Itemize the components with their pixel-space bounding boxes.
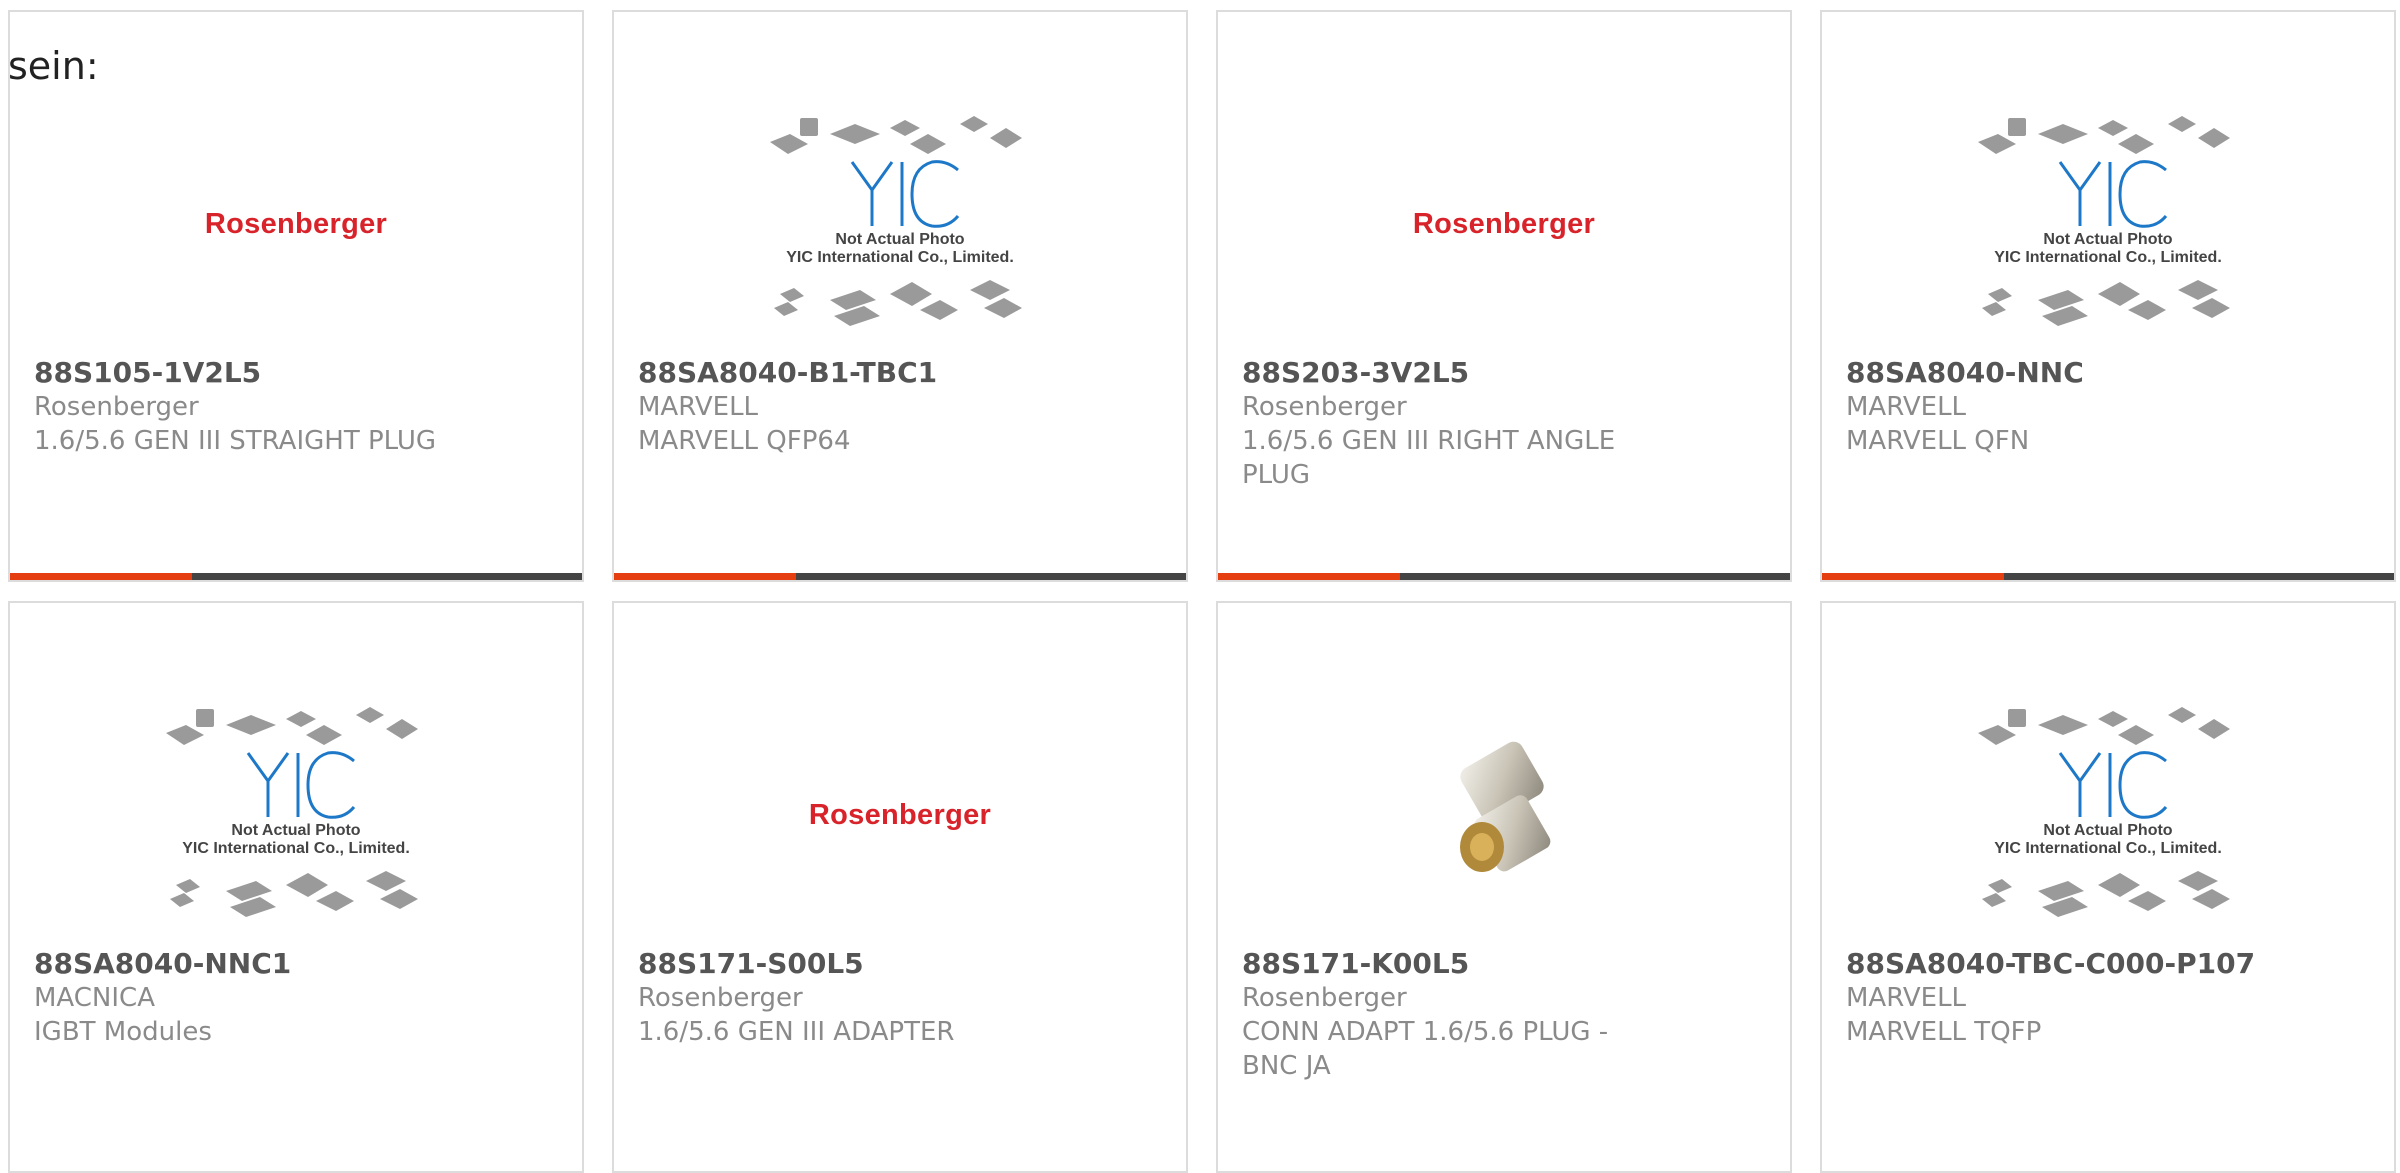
placeholder-line1: Not Actual Photo <box>2043 231 2172 248</box>
product-card[interactable]: Not Actual Photo YIC International Co., … <box>612 10 1188 582</box>
product-image[interactable]: Not Actual Photo YIC International Co., … <box>614 94 1186 354</box>
description: MARVELL QFN <box>1846 426 2030 456</box>
not-actual-photo-image: Not Actual Photo YIC International Co., … <box>166 707 418 917</box>
not-actual-photo-image: Not Actual Photo YIC International Co., … <box>1978 707 2230 917</box>
product-info: 88S171-K00L5 Rosenberger CONN ADAPT 1.6/5.… <box>1242 947 1766 1083</box>
description: MARVELL TQFP <box>1846 1017 2042 1047</box>
product-image[interactable]: Not Actual Photo YIC International Co., … <box>1822 685 2394 945</box>
product-info: 88SA8040-B1-TBC1 MARVELL MARVELL QFP64 <box>638 356 1162 458</box>
product-card[interactable]: 88S171-K00L5 Rosenberger CONN ADAPT 1.6/5.… <box>1216 601 1792 1173</box>
part-number[interactable]: 88S171-K00L5 <box>1242 947 1766 981</box>
card-bar-accent <box>1218 573 1400 580</box>
not-actual-photo-image: Not Actual Photo YIC International Co., … <box>770 116 1022 326</box>
part-number[interactable]: 88S171-S00L5 <box>638 947 1162 981</box>
manufacturer: MARVELL <box>1846 392 1967 422</box>
placeholder-line2: YIC International Co., Limited. <box>1994 249 2222 266</box>
card-bottom-bar <box>1218 573 1790 580</box>
product-info: 88SA8040-NNC MARVELL MARVELL QFN <box>1846 356 2370 458</box>
part-number[interactable]: 88SA8040-TBC-C000-P107 <box>1846 947 2370 981</box>
intro-text: sein: <box>8 44 99 88</box>
manufacturer: Rosenberger <box>638 983 803 1013</box>
product-info: 88S105-1V2L5 Rosenberger 1.6/5.6 GEN III S… <box>34 356 558 458</box>
card-bar-accent <box>10 573 192 580</box>
product-card[interactable]: Not Actual Photo YIC International Co., … <box>1820 10 2396 582</box>
part-number[interactable]: 88SA8040-NNC1 <box>34 947 558 981</box>
part-number[interactable]: 88S105-1V2L5 <box>34 356 558 390</box>
placeholder-line1: Not Actual Photo <box>835 231 964 248</box>
part-number[interactable]: 88S203-3V2L5 <box>1242 356 1766 390</box>
card-bottom-bar <box>1822 573 2394 580</box>
product-grid: Rosenberger 88S105-1V2L5 Rosenberger 1.6/5.… <box>0 0 2400 1173</box>
rosenberger-logo: Rosenberger <box>808 798 992 831</box>
part-number[interactable]: 88SA8040-NNC <box>1846 356 2370 390</box>
description: IGBT Modules <box>34 1017 212 1047</box>
product-card[interactable]: Rosenberger 88S171-S00L5 Rosenberger 1.6/5.… <box>612 601 1188 1173</box>
product-image[interactable]: Not Actual Photo YIC International Co., … <box>1822 94 2394 354</box>
rosenberger-logo: Rosenberger <box>1412 207 1596 240</box>
connector-photo <box>1460 741 1551 872</box>
card-bar-accent <box>1822 573 2004 580</box>
product-image[interactable]: Rosenberger <box>10 94 582 354</box>
placeholder-line2: YIC International Co., Limited. <box>786 249 1014 266</box>
product-info: 88SA8040-NNC1 MACNICA IGBT Modules <box>34 947 558 1049</box>
manufacturer: Rosenberger <box>34 392 199 422</box>
product-info: 88S203-3V2L5 Rosenberger 1.6/5.6 GEN III R… <box>1242 356 1766 492</box>
manufacturer: MARVELL <box>638 392 759 422</box>
product-info: 88SA8040-TBC-C000-P107 MARVELL MARVELL TQF… <box>1846 947 2370 1049</box>
card-bottom-bar <box>614 573 1186 580</box>
manufacturer: Rosenberger <box>1242 392 1407 422</box>
product-image[interactable]: Rosenberger <box>614 685 1186 945</box>
product-card[interactable]: Not Actual Photo YIC International Co., … <box>8 601 584 1173</box>
product-image[interactable]: Rosenberger <box>1218 94 1790 354</box>
description: 1.6/5.6 GEN III STRAIGHT PLUG <box>34 426 437 456</box>
description: 1.6/5.6 GEN III ADAPTER <box>638 1017 955 1047</box>
placeholder-line2: YIC International Co., Limited. <box>182 840 410 857</box>
placeholder-line1: Not Actual Photo <box>231 822 360 839</box>
card-bar-accent <box>614 573 796 580</box>
description: MARVELL QFP64 <box>638 426 851 456</box>
placeholder-line2: YIC International Co., Limited. <box>1994 840 2222 857</box>
product-card[interactable]: Rosenberger 88S203-3V2L5 Rosenberger 1.6/5.… <box>1216 10 1792 582</box>
product-card[interactable]: Rosenberger 88S105-1V2L5 Rosenberger 1.6/5.… <box>8 10 584 582</box>
manufacturer: Rosenberger <box>1242 983 1407 1013</box>
part-number[interactable]: 88SA8040-B1-TBC1 <box>638 356 1162 390</box>
card-bottom-bar <box>10 573 582 580</box>
rosenberger-logo: Rosenberger <box>204 207 388 240</box>
description: CONN ADAPT 1.6/5.6 PLUG - BNC JA <box>1242 1017 1609 1081</box>
description: 1.6/5.6 GEN III RIGHT ANGLE PLUG <box>1242 426 1616 490</box>
product-card[interactable]: Not Actual Photo YIC International Co., … <box>1820 601 2396 1173</box>
product-info: 88S171-S00L5 Rosenberger 1.6/5.6 GEN III A… <box>638 947 1162 1049</box>
not-actual-photo-image: Not Actual Photo YIC International Co., … <box>1978 116 2230 326</box>
placeholder-line1: Not Actual Photo <box>2043 822 2172 839</box>
manufacturer: MARVELL <box>1846 983 1967 1013</box>
product-image[interactable]: Not Actual Photo YIC International Co., … <box>10 685 582 945</box>
manufacturer: MACNICA <box>34 983 155 1013</box>
product-image[interactable] <box>1218 685 1790 945</box>
